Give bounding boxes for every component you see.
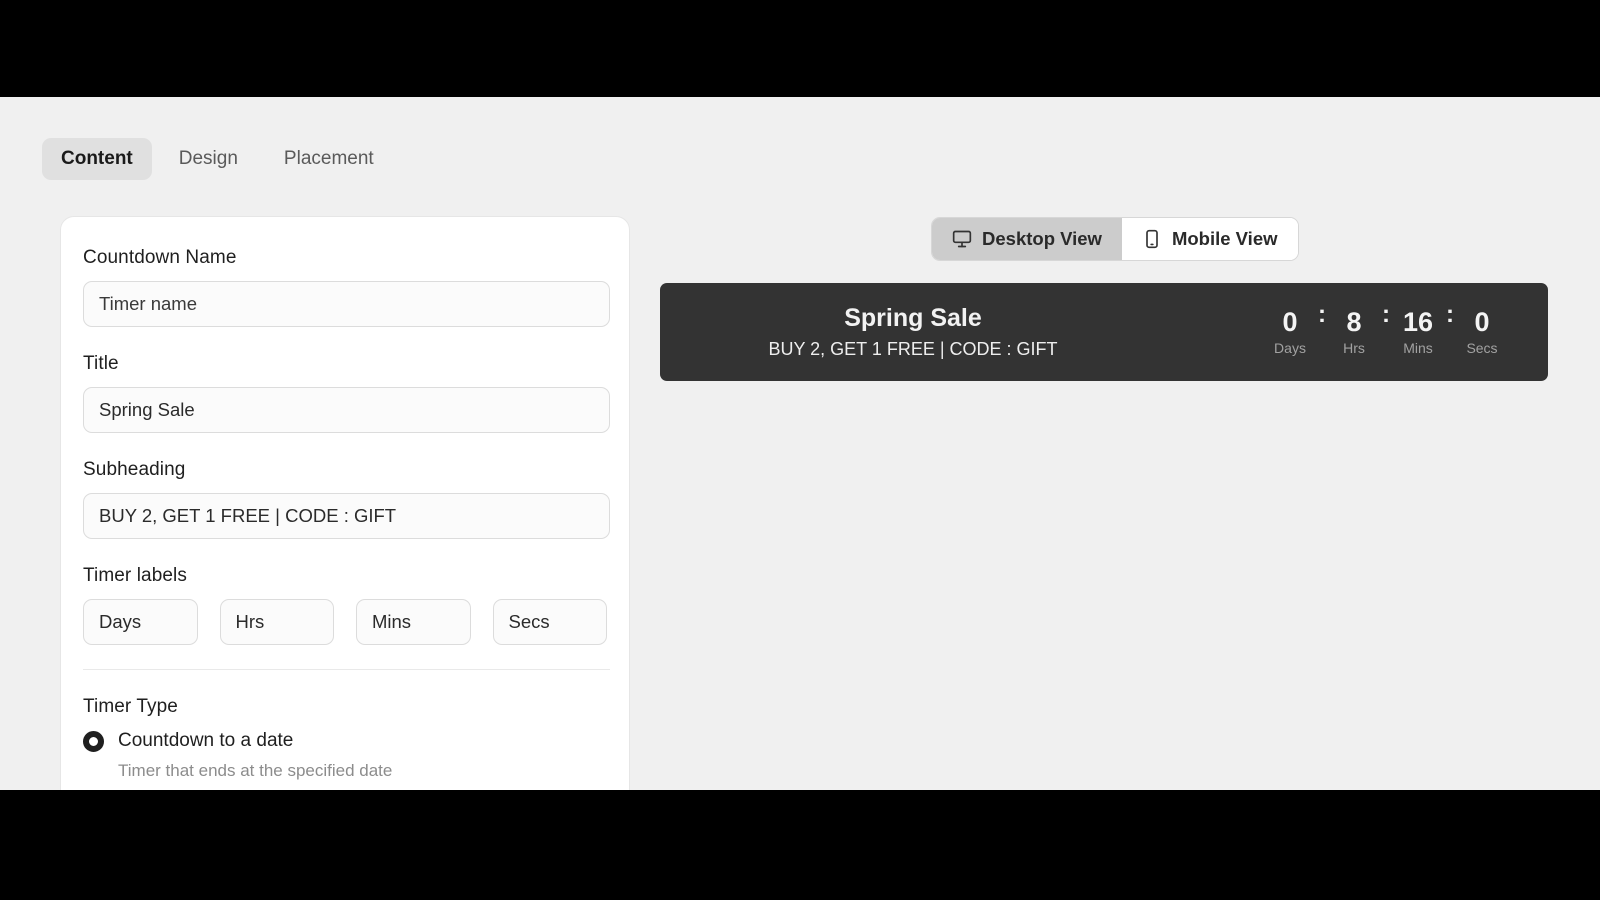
letterbox-bottom [0, 790, 1600, 900]
mobile-view-button[interactable]: Mobile View [1121, 218, 1298, 260]
countdown-separator-3: : [1446, 301, 1454, 329]
content-settings-card: Countdown Name Timer name Title Spring S… [60, 216, 630, 790]
timer-label-hrs-input[interactable]: Hrs [219, 599, 334, 645]
app-page: Content Design Placement Countdown Name … [0, 97, 1600, 790]
radio-selected-icon[interactable] [83, 730, 104, 752]
timer-label-mins-input[interactable]: Mins [356, 599, 471, 645]
screenshot-viewport: Content Design Placement Countdown Name … [0, 0, 1600, 900]
timer-label-days-input[interactable]: Days [83, 599, 198, 645]
preview-view-toggle: Desktop View Mobile View [931, 217, 1299, 261]
content-settings-body: Countdown Name Timer name Title Spring S… [61, 217, 629, 781]
countdown-label-days: Days [1274, 339, 1306, 356]
tab-placement[interactable]: Placement [265, 138, 393, 180]
banner-subheading: BUY 2, GET 1 FREE | CODE : GIFT [768, 339, 1058, 359]
countdown-unit-hrs: 8 Hrs [1330, 307, 1378, 356]
timer-type-label: Timer Type [83, 696, 178, 717]
countdown-value-hrs: 8 [1346, 307, 1362, 338]
timer-labels-row: Days Hrs Mins Secs [83, 599, 607, 645]
banner-countdown-timer: 0 Days : 8 Hrs : 16 Mins : 0 Secs [1260, 301, 1512, 356]
title-input[interactable]: Spring Sale [83, 387, 610, 433]
timer-type-option-help: Timer that ends at the specified date [118, 761, 393, 780]
countdown-digits-row: 0 Days : 8 Hrs : 16 Mins : 0 Secs [1260, 301, 1512, 356]
countdown-unit-mins: 16 Mins [1394, 307, 1442, 356]
banner-title: Spring Sale [844, 304, 982, 332]
subheading-input[interactable]: BUY 2, GET 1 FREE | CODE : GIFT [83, 493, 610, 539]
tab-design[interactable]: Design [160, 138, 257, 180]
desktop-view-label: Desktop View [982, 228, 1102, 249]
countdown-value-days: 0 [1282, 307, 1298, 338]
countdown-banner-preview: Spring Sale BUY 2, GET 1 FREE | CODE : G… [660, 283, 1548, 381]
subheading-label: Subheading [83, 459, 186, 480]
timer-label-secs-input[interactable]: Secs [492, 599, 607, 645]
letterbox-top [0, 0, 1600, 97]
mobile-phone-icon [1142, 229, 1162, 249]
timer-type-option-label: Countdown to a date [118, 730, 294, 751]
title-label: Title [83, 353, 119, 374]
banner-text-block: Spring Sale BUY 2, GET 1 FREE | CODE : G… [660, 304, 1166, 360]
countdown-unit-days: 0 Days [1266, 307, 1314, 356]
countdown-label-secs: Secs [1466, 339, 1498, 356]
countdown-unit-secs: 0 Secs [1458, 307, 1506, 356]
timer-type-option-countdown-to-date[interactable]: Countdown to a date [83, 730, 607, 752]
countdown-separator-1: : [1318, 301, 1326, 329]
countdown-value-mins: 16 [1402, 307, 1434, 338]
desktop-monitor-icon [952, 229, 972, 249]
countdown-separator-2: : [1382, 301, 1390, 329]
timer-labels-label: Timer labels [83, 565, 187, 586]
countdown-label-hrs: Hrs [1343, 339, 1365, 356]
mobile-view-label: Mobile View [1171, 228, 1278, 249]
section-divider [83, 669, 610, 670]
countdown-name-label: Countdown Name [83, 247, 237, 268]
tab-content[interactable]: Content [42, 138, 152, 180]
countdown-name-input[interactable]: Timer name [83, 281, 610, 327]
settings-tab-bar: Content Design Placement [42, 138, 393, 180]
countdown-label-mins: Mins [1403, 339, 1433, 356]
desktop-view-button[interactable]: Desktop View [932, 218, 1122, 260]
countdown-value-secs: 0 [1474, 307, 1490, 338]
